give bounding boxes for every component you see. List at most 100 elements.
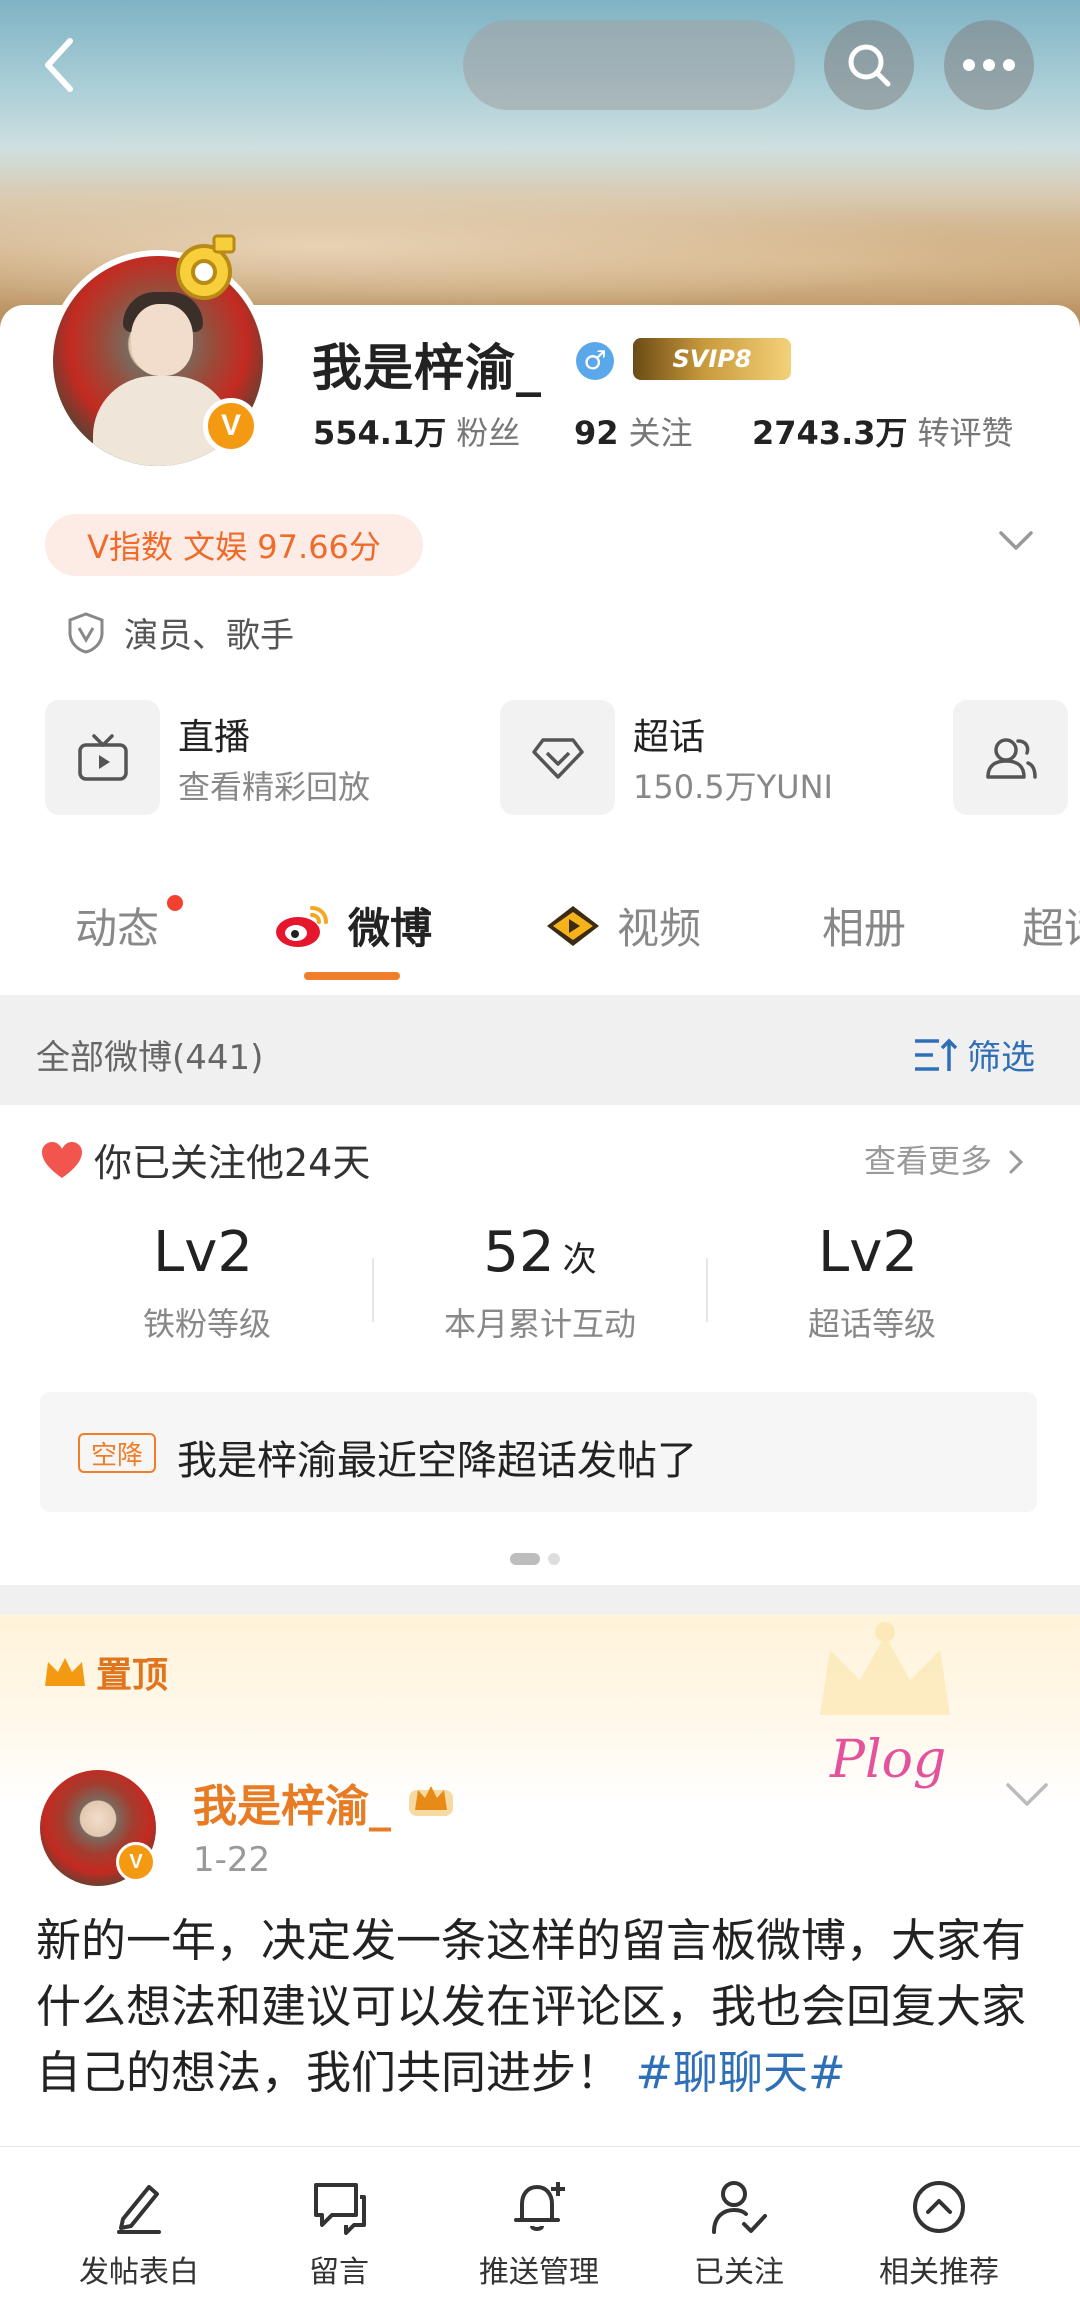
following-label: 关注 [628,414,693,452]
chevron-down-icon [1006,1783,1048,1806]
related-recommend-button[interactable]: 相关推荐 [844,2177,1034,2291]
supertopic-subtitle: 150.5万YUNI [633,768,833,806]
likes-label: 转评赞 [917,414,1014,452]
live-tile[interactable]: 直播 查看精彩回放 [45,700,465,815]
comment-icon [314,2183,366,2235]
likes-value: 2743.3万 [752,414,908,452]
profile-tabs: 动态 微博 视频 相册 超话 [0,895,1080,965]
svip-badge[interactable]: SVIP8 [633,338,791,380]
video-play-icon [547,905,599,946]
post-date: 1-22 [193,1840,271,1880]
metric-value: Lv2 [818,1220,918,1285]
section-separator [0,1585,1080,1615]
bottom-label: 已关注 [694,2255,784,2290]
post-body[interactable]: 新的一年，决定发一条这样的留言板微博，大家有什么想法和建议可以发在评论区，我也会… [36,1908,1046,2106]
search-icon [848,44,891,87]
group-tile[interactable] [953,700,1068,815]
tab-album[interactable]: 相册 [822,895,906,956]
chevron-left-icon [45,38,73,92]
v-index-badge[interactable]: V指数 文娱 97.66分 [45,514,423,576]
avatar-pendant-icon [158,228,246,308]
following-value: 92 [574,414,619,452]
following-stat[interactable]: 92 关注 [574,408,693,454]
diamond-icon [500,700,615,815]
airdrop-tag: 空降 [78,1433,156,1473]
crown-icon [45,1658,85,1686]
more-horizontal-icon [963,59,1015,71]
tab-video[interactable]: 视频 [543,895,701,956]
tab-weibo[interactable]: 微博 [272,895,432,956]
view-more-label: 查看更多 [864,1142,993,1180]
metric-interactions[interactable]: 52 次 本月累计互动 [390,1220,690,1345]
post-verified-badge: V [116,1842,156,1882]
bell-plus-icon [514,2182,565,2231]
blurred-search-pill[interactable] [463,20,795,110]
metric-value: 52 次 [483,1220,597,1285]
group-icon [953,700,1068,815]
metric-divider [372,1258,374,1322]
pinned-text: 置顶 [96,1655,169,1696]
heart-icon [42,1141,82,1178]
chevron-right-icon [1009,1150,1024,1174]
more-button[interactable] [944,20,1034,110]
weibo-logo-icon [276,905,328,947]
metric-value: Lv2 [153,1220,253,1285]
expand-profile-button[interactable] [998,530,1034,556]
post-hashtag[interactable]: #聊聊天# [635,2046,845,2099]
plog-sticker: Plog [830,1730,947,1790]
verified-badge: V [203,398,259,454]
metric-label: 本月累计互动 [443,1305,636,1343]
live-subtitle: 查看精彩回放 [178,768,371,806]
post-menu-button[interactable] [1005,1782,1049,1812]
followers-stat[interactable]: 554.1万 粉丝 [313,408,520,454]
tv-icon [45,700,160,815]
pen-icon [117,2185,161,2234]
filter-button[interactable]: 筛选 [913,1030,1035,1079]
bottom-label: 留言 [309,2255,369,2290]
back-button[interactable] [30,30,90,100]
bottom-action-bar: 发帖表白 留言 推送管理 已关注 相关推荐 [0,2146,1080,2309]
tab-dynamics[interactable]: 动态 [75,895,159,956]
bottom-label: 发帖表白 [79,2255,199,2290]
user-check-icon [712,2181,767,2234]
airdrop-notice[interactable]: 空降 我是梓渝最近空降超话发帖了 [40,1392,1037,1512]
push-settings-button[interactable]: 推送管理 [444,2177,634,2291]
unread-dot [167,895,183,911]
post-confession-button[interactable]: 发帖表白 [44,2177,234,2291]
likes-stat[interactable]: 2743.3万 转评赞 [752,408,1014,454]
followers-label: 粉丝 [456,414,521,452]
leave-message-button[interactable]: 留言 [244,2177,434,2291]
chevron-up-circle-icon [913,2181,965,2233]
tab-weibo-label: 微博 [348,904,433,953]
role-text: 演员、歌手 [124,616,294,656]
gender-male-icon: ♂ [576,342,614,380]
airdrop-text: 我是梓渝最近空降超话发帖了 [177,1438,697,1484]
filter-label: 筛选 [967,1038,1035,1078]
all-weibo-count[interactable]: 全部微博(441) [36,1030,263,1079]
followers-value: 554.1万 [313,414,447,452]
live-title: 直播 [178,717,251,758]
post-author-name[interactable]: 我是梓渝_ [193,1770,391,1834]
search-button[interactable] [824,20,914,110]
metric-label: 超话等级 [807,1305,936,1343]
metric-fan-level[interactable]: Lv2 铁粉等级 [57,1220,357,1345]
crown-badge-icon [405,1776,457,1824]
bottom-label: 相关推荐 [879,2255,999,2290]
tab-supertopic[interactable]: 超话 [1022,895,1080,956]
metric-supertopic-level[interactable]: Lv2 超话等级 [722,1220,1022,1345]
supertopic-tile[interactable]: 超话 150.5万YUNI [500,700,920,815]
metric-divider [706,1258,708,1322]
following-button[interactable]: 已关注 [644,2177,834,2291]
follow-duration-text: 你已关注他24天 [94,1141,371,1185]
shield-v-icon [68,611,104,654]
pinned-label: 置顶 [42,1646,168,1698]
tab-video-label: 视频 [617,904,702,953]
follow-duration: 你已关注他24天 [40,1132,370,1187]
view-more-link[interactable]: 查看更多 [864,1136,1024,1182]
bottom-label: 推送管理 [479,2255,599,2290]
active-tab-indicator [304,972,400,980]
supertopic-title: 超话 [633,717,706,758]
filter-sort-icon [915,1038,958,1071]
crown-watermark-icon [810,1620,960,1734]
metric-label: 铁粉等级 [142,1305,271,1343]
